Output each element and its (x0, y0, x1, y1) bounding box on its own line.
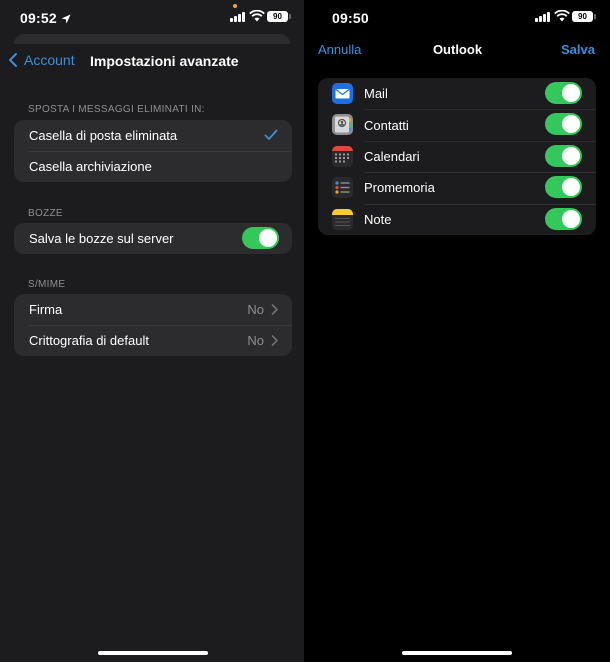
notes-app-icon (332, 208, 353, 230)
back-button[interactable]: Account (8, 52, 75, 68)
mail-app-icon (332, 83, 353, 104)
wifi-icon (554, 10, 570, 22)
signature-value: No (247, 302, 264, 317)
privacy-indicator-dot (233, 4, 237, 8)
notes-toggle[interactable] (545, 207, 582, 230)
app-label: Mail (364, 86, 388, 102)
calendars-toggle[interactable] (545, 144, 582, 167)
save-drafts-label: Salva le bozze sul server (29, 231, 174, 246)
app-label: Note (364, 211, 392, 227)
smime-group: Firma No Crittografia di default No (14, 294, 292, 356)
clock: 09:52 (20, 10, 71, 26)
chevron-left-icon (9, 53, 17, 67)
wifi-icon (249, 10, 265, 22)
default-encryption-value: No (247, 333, 264, 348)
calendar-app-icon (332, 145, 353, 167)
battery-icon: 90 (267, 11, 291, 22)
list-item-mail: Mail (318, 78, 596, 109)
checkmark-icon (264, 129, 278, 140)
home-indicator[interactable] (98, 651, 208, 655)
status-bar: 09:52 90 (0, 0, 304, 36)
left-screen: 09:52 90 Account Impostazioni avanzate S… (0, 0, 304, 662)
save-button[interactable]: Salva (561, 42, 595, 57)
contacts-toggle[interactable] (545, 113, 582, 136)
deleted-destination-group: Casella di posta eliminata Casella archi… (14, 120, 292, 182)
section-header-smime: S/MIME (28, 279, 66, 290)
list-item-calendars: Calendari (318, 140, 596, 172)
chevron-right-icon (271, 335, 278, 346)
cellular-signal-icon (230, 12, 246, 22)
option-archive-mailbox[interactable]: Casella archiviazione (14, 151, 292, 182)
sync-apps-group: Mail Contatti Calendari Promemoria Note (318, 78, 596, 235)
app-label: Promemoria (364, 180, 435, 196)
cellular-signal-icon (535, 12, 551, 22)
chevron-right-icon (271, 304, 278, 315)
option-deleted-mailbox[interactable]: Casella di posta eliminata (14, 120, 292, 151)
list-item-notes: Note (318, 203, 596, 235)
signature-label: Firma (29, 302, 63, 317)
option-label: Casella archiviazione (29, 159, 152, 174)
save-drafts-toggle[interactable] (242, 227, 279, 249)
app-label: Contatti (364, 117, 409, 133)
default-encryption-row[interactable]: Crittografia di default No (14, 325, 292, 356)
section-header-drafts: BOZZE (28, 208, 63, 219)
mail-toggle[interactable] (545, 82, 582, 104)
section-header-deleted: SPOSTA I MESSAGGI ELIMINATI IN: (28, 104, 205, 115)
reminders-toggle[interactable] (545, 176, 582, 199)
list-item-contacts: Contatti (318, 109, 596, 140)
right-screen: 09:50 90 Annulla Outlook Salva Mail Cont… (305, 0, 610, 662)
app-label: Calendari (364, 148, 420, 164)
option-label: Casella di posta eliminata (29, 128, 178, 143)
home-indicator[interactable] (402, 651, 512, 655)
sheet-background-card (14, 34, 290, 44)
drafts-group: Salva le bozze sul server (14, 223, 292, 254)
battery-icon: 90 (572, 11, 596, 22)
page-title: Impostazioni avanzate (90, 53, 239, 69)
clock: 09:50 (332, 10, 369, 26)
status-bar: 09:50 90 (305, 0, 610, 36)
signature-row[interactable]: Firma No (14, 294, 292, 325)
list-item-reminders: Promemoria (318, 172, 596, 203)
reminders-app-icon (332, 177, 353, 199)
save-drafts-row: Salva le bozze sul server (14, 223, 292, 254)
contacts-app-icon (332, 114, 353, 136)
default-encryption-label: Crittografia di default (29, 333, 149, 348)
location-arrow-icon (61, 14, 71, 24)
back-button-label: Account (24, 52, 75, 68)
